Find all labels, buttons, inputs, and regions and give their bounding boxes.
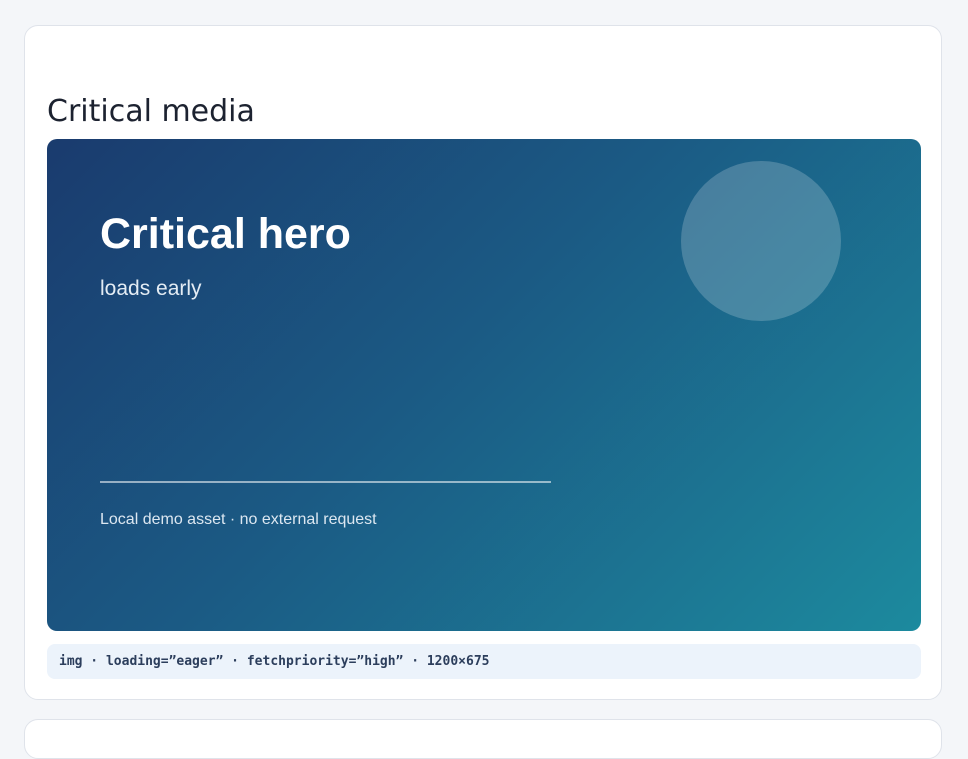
image-attributes-label: img · loading=”eager” · fetchpriority=”h… [47, 644, 921, 679]
media-card: Critical media Critical hero loads early… [24, 25, 942, 700]
decorative-circle [681, 161, 841, 321]
next-card [24, 719, 942, 759]
hero-title: Critical hero [100, 210, 351, 258]
hero-subtitle: loads early [100, 277, 202, 300]
hero-caption: Local demo asset · no external request [100, 511, 377, 528]
hero-divider [100, 481, 551, 483]
hero-image: Critical hero loads early Local demo ass… [47, 139, 921, 631]
section-title: Critical media [47, 94, 255, 129]
